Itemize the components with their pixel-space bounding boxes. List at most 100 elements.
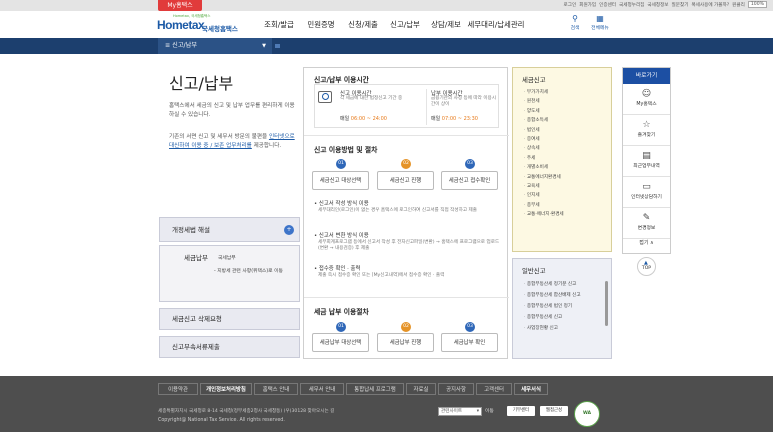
star-icon: ☆ [642, 120, 651, 130]
gnb-certificate[interactable]: 민원증명 [300, 19, 342, 30]
quick-recent[interactable]: ▤ 최근업무내역 [623, 146, 670, 177]
footer-address: 세종특별자치시 국세청로 8-14 국세청(정부세종2청사 국세청동) (우)3… [158, 409, 335, 414]
footer-link[interactable]: 이용약관 [158, 383, 198, 395]
collapse-button[interactable]: 접기 ∧ [623, 239, 670, 248]
global-nav: 조회/발급 민원증명 신청/제출 신고/납부 상담/제보 세무대리/납세관리 [258, 19, 526, 30]
list-item[interactable]: 법인세 [524, 126, 608, 135]
local-nav: ≡ 신고/납부 ▼ [0, 38, 773, 54]
step-number: 02 [401, 159, 411, 169]
list-item[interactable]: 종합부동산세 합산배제 신고 [524, 290, 608, 301]
quick-links: 바로가기 ☺ My홈택스 ☆ 즐겨찾기 ▤ 최근업무내역 ▭ 인터넷상담하기 ✎ 변경정보… [622, 67, 671, 254]
accessibility-cert-logo: WA [574, 401, 600, 427]
list-item[interactable]: 종합소득세 [524, 116, 608, 125]
search-button[interactable]: ⚲ 검색 [564, 14, 586, 31]
quick-favorites[interactable]: ☆ 즐겨찾기 [623, 115, 670, 146]
clock-icon [318, 91, 332, 103]
logo-korean: 국세청홈택스 [202, 25, 238, 33]
scrollbar[interactable] [605, 281, 608, 326]
list-item[interactable]: 교육세 [524, 182, 608, 191]
list-item[interactable]: 상속세 [524, 144, 608, 153]
logo-text: Hometax [157, 18, 205, 32]
util-join[interactable]: 회원가입 [579, 2, 596, 8]
list-item[interactable]: 종합부동산세 법인 정기 [524, 301, 608, 312]
footer-link[interactable]: 홈택스 안내 [254, 383, 298, 395]
procedure-bullet: • 신고서 작성 방식 이용 세무대리인(로그인)이 없는 경우 홈택스에 로그인… [314, 201, 477, 213]
payment-step-3-button[interactable]: 세금납부 확인 [441, 333, 498, 352]
payment-step-2-button[interactable]: 세금납부 진행 [377, 333, 434, 352]
page: My홈택스 로그인 회원가입 인증센터 국세청누리집 국세청정보 질문찾기 복세… [0, 0, 773, 432]
chevron-down-icon: ▼ [262, 43, 266, 49]
list-item[interactable]: 증여세 [524, 135, 608, 144]
footer-link[interactable]: 공지사항 [438, 383, 474, 395]
footer-copyright: Copyright@ National Tax Service. All rig… [158, 418, 285, 423]
gnb-inquiry[interactable]: 조회/발급 [258, 19, 300, 30]
list-item[interactable]: 개별소비세 [524, 163, 608, 172]
page-description-2: 기존의 서면 신고 및 세무서 방문의 불편을 인터넷으로 대신하여 이용 중 … [169, 134, 295, 149]
side-item-tax-law[interactable]: 개정세법 해설 + [159, 217, 300, 242]
return-step-2-button[interactable]: 세금신고 진행 [377, 171, 434, 190]
page-description: 홈택스에서 세금의 신고 및 납부 업무를 편리하게 이용하실 수 있습니다. [169, 103, 295, 118]
my-hometax-tag[interactable]: My홈택스 [158, 0, 202, 11]
list-item[interactable]: 사업장현황 신고 [524, 323, 608, 334]
hometax-logo[interactable]: Hometax, 국세청홈택스 Hometax 국세청홈택스 [157, 14, 249, 36]
list-item[interactable]: 교통에너지환경세 [524, 173, 608, 182]
side-sub-national-tax[interactable]: 국세납부 [218, 254, 236, 261]
search-icon: ⚲ [572, 14, 578, 23]
footer-link[interactable]: 통합납세 프로그램 [346, 383, 404, 395]
list-item[interactable]: 원천세 [524, 97, 608, 106]
list-item[interactable]: 주세 [524, 154, 608, 163]
quick-change[interactable]: ✎ 변경정보 [623, 208, 670, 239]
util-nts[interactable]: 국세청누리집 [619, 2, 644, 8]
list-item[interactable]: 종합부동산세 정기분 신고 [524, 279, 608, 290]
side-sub-local-tax[interactable]: - 지방세 관련 사항(위택스)로 이동 [214, 267, 283, 274]
footer-link-privacy[interactable]: 개인정보처리방침 [200, 383, 252, 395]
payment-step-1-button[interactable]: 세금납부 대상선택 [312, 333, 369, 352]
util-info[interactable]: 국세청정보 [647, 2, 668, 8]
procedure-bullet: • 신고서 변환 방식 이용 세무회계프로그램 등에서 신고서 작성 후 전자신고… [314, 233, 500, 251]
procedure-heading: 신고 이용방법 및 절차 [314, 146, 378, 154]
utility-links: 로그인 회원가입 인증센터 국세청누리집 국세청정보 질문찾기 복세사용에 가볼… [564, 1, 767, 8]
util-faq[interactable]: 질문찾기 [672, 2, 689, 8]
footer-badge[interactable]: 웹접근성 [540, 406, 568, 416]
footer-link[interactable]: 세무서 안내 [300, 383, 344, 395]
general-return-panel: 일반신고 종합부동산세 정기분 신고 종합부동산세 합산배제 신고 종합부동산세… [512, 258, 612, 359]
util-oneclick[interactable]: 원클리 [732, 2, 745, 8]
return-step-3-button[interactable]: 세금신고 접수확인 [441, 171, 498, 190]
footer-link[interactable]: 세무서식 [514, 383, 548, 395]
related-sites-select[interactable]: 관련사이트 [438, 407, 482, 416]
lnb-current[interactable]: ≡ 신고/납부 ▼ [158, 38, 272, 54]
gnb-consult[interactable]: 상담/제보 [426, 19, 466, 30]
tax-return-list: 부가가치세 원천세 양도세 종합소득세 법인세 증여세 상속세 주세 개별소비세… [524, 88, 608, 220]
quick-my-hometax[interactable]: ☺ My홈택스 [623, 84, 670, 115]
plus-icon[interactable]: + [284, 225, 294, 235]
header: Hometax, 국세청홈택스 Hometax 국세청홈택스 조회/발급 민원증… [0, 11, 773, 38]
list-item[interactable]: 양도세 [524, 107, 608, 116]
util-cert[interactable]: 인증센터 [599, 2, 616, 8]
all-menu-button[interactable]: ▦ 전체메뉴 [589, 14, 611, 31]
quick-consult[interactable]: ▭ 인터넷상담하기 [623, 177, 670, 208]
step-number: 01 [336, 159, 346, 169]
list-item[interactable]: 종합부동산세 신고 [524, 312, 608, 323]
divider [304, 135, 509, 136]
footer-link[interactable]: 자료실 [406, 383, 436, 395]
list-item[interactable]: 종부세 [524, 201, 608, 210]
footer-link[interactable]: 고객센터 [476, 383, 512, 395]
top-button[interactable]: TOP [637, 252, 656, 276]
list-item[interactable]: 인지세 [524, 191, 608, 200]
gnb-return[interactable]: 신고/납부 [384, 19, 426, 30]
util-guide[interactable]: 복세사용에 가볼까? [691, 2, 729, 8]
go-button[interactable]: 이동 [485, 407, 494, 414]
zoom-select[interactable]: 100% [747, 1, 767, 8]
return-step-1-button[interactable]: 세금신고 대상선택 [312, 171, 369, 190]
list-item[interactable]: 부가가치세 [524, 88, 608, 97]
side-item-payment[interactable]: 세금납부 국세납부 - 지방세 관련 사항(위택스)로 이동 [159, 245, 300, 302]
side-item-delete-request[interactable]: 세금신고 삭제요청 [159, 308, 300, 330]
usage-time-heading: 신고/납부 이용시간 [314, 76, 369, 84]
util-login[interactable]: 로그인 [564, 2, 577, 8]
gnb-agent[interactable]: 세무대리/납세관리 [466, 19, 526, 30]
step-number: 03 [465, 322, 475, 332]
footer-badge[interactable]: 기부센터 [507, 406, 535, 416]
list-item[interactable]: 교통·에너지·환경세 [524, 210, 608, 219]
gnb-apply[interactable]: 신청/제출 [342, 19, 384, 30]
side-item-attachments[interactable]: 신고부속서류제출 [159, 336, 300, 358]
